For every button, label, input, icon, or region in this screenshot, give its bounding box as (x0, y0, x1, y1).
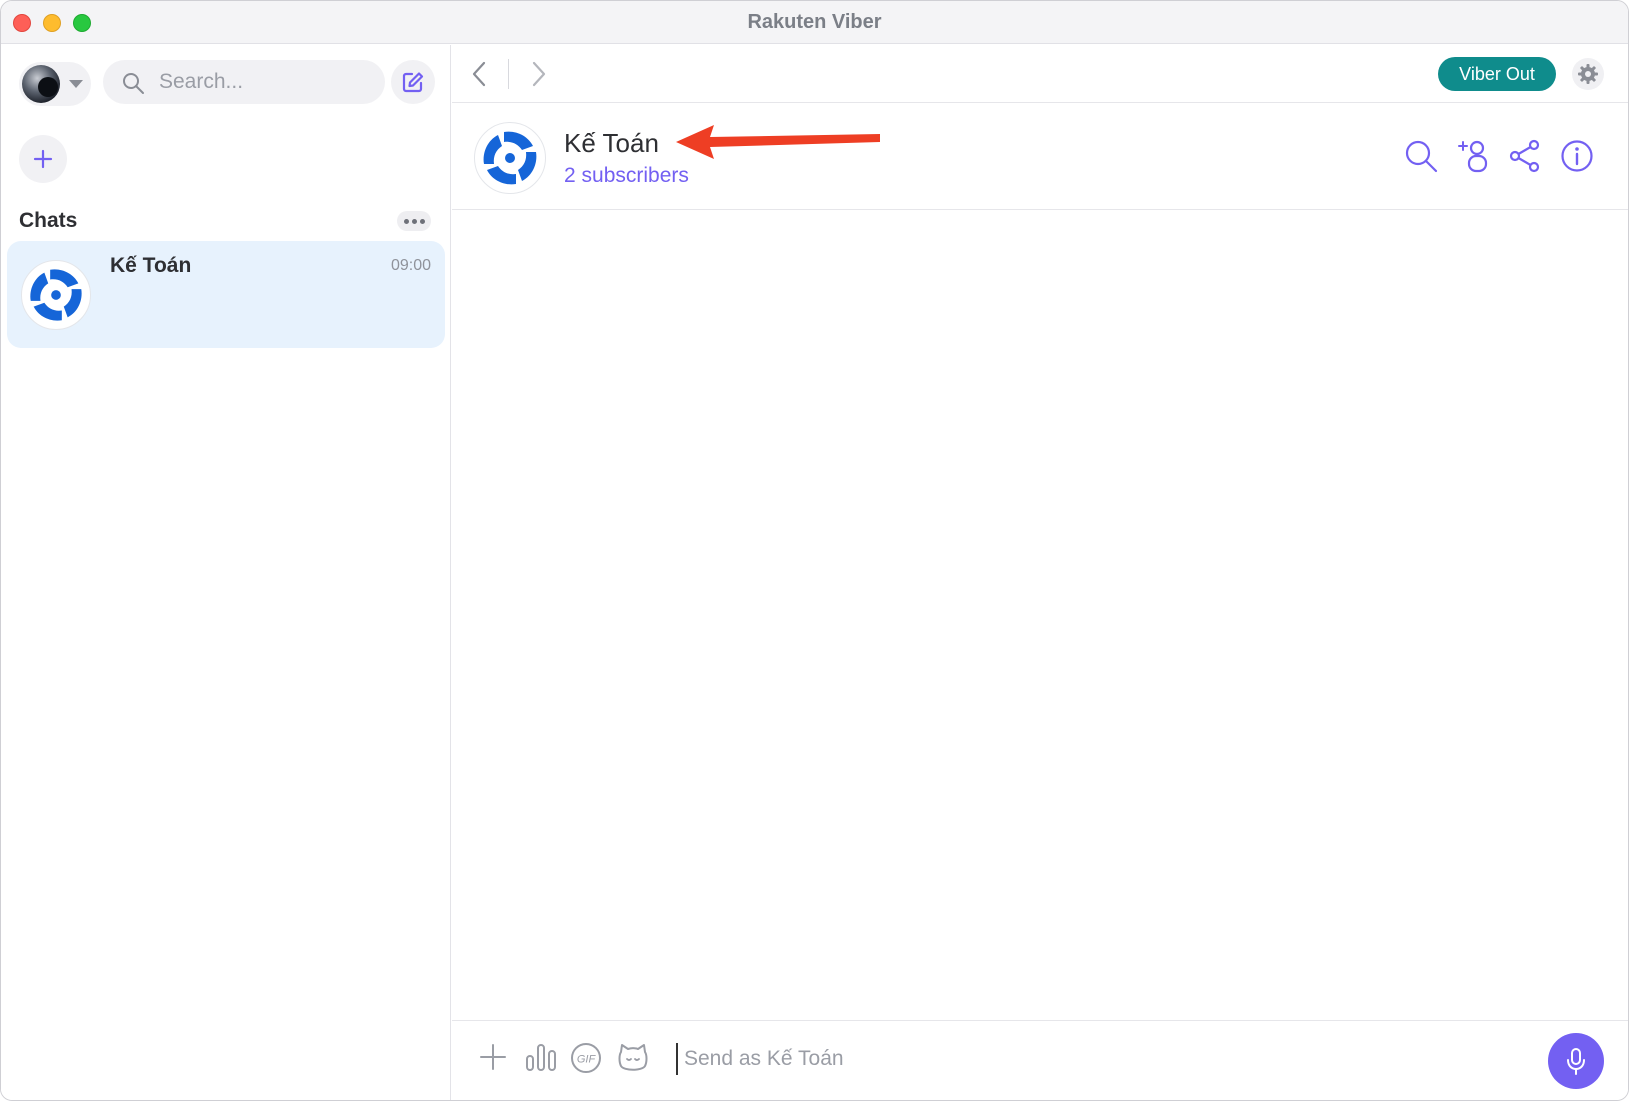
top-bar: Viber Out (452, 45, 1628, 103)
nav-divider (508, 59, 509, 89)
chevron-down-icon (69, 80, 83, 88)
share-icon (1509, 139, 1540, 173)
poll-icon[interactable] (524, 1042, 558, 1072)
compose-icon (402, 72, 424, 93)
search-box[interactable] (103, 60, 385, 104)
annotation-arrow-icon (676, 125, 880, 159)
voice-message-button[interactable] (1548, 1033, 1604, 1089)
chevron-right-icon[interactable] (528, 59, 548, 89)
share-button[interactable] (1508, 139, 1542, 173)
compose-button[interactable] (391, 60, 435, 104)
message-composer: GIF (452, 1020, 1628, 1100)
plus-icon[interactable] (478, 1042, 508, 1072)
gear-icon (1578, 64, 1598, 84)
chats-section-title: Chats (19, 209, 78, 232)
add-button[interactable] (19, 135, 67, 183)
window-title: Rakuten Viber (747, 11, 882, 33)
message-input[interactable] (676, 1043, 1476, 1075)
search-icon (123, 73, 144, 94)
search-icon (1405, 140, 1438, 173)
microphone-icon (1567, 1048, 1585, 1075)
gif-button[interactable]: GIF (570, 1042, 602, 1074)
chat-title[interactable]: Kế Toán (564, 128, 659, 159)
chat-list-item[interactable]: Kế Toán 09:00 (7, 241, 445, 348)
profile-menu-button[interactable] (19, 62, 91, 106)
chat-time: 09:00 (390, 257, 431, 274)
more-icon (404, 219, 409, 224)
chats-more-button[interactable] (397, 211, 431, 231)
chat-header: Kế Toán 2 subscribers (452, 104, 1628, 210)
chat-search-button[interactable] (1404, 139, 1438, 173)
plus-icon (33, 149, 53, 169)
search-input[interactable] (159, 68, 369, 96)
chevron-left-icon[interactable] (470, 59, 490, 89)
chat-avatar-logo-icon (21, 260, 91, 330)
info-icon (1561, 140, 1593, 172)
sidebar: Chats Kế Toán 09:00 (1, 45, 451, 1100)
avatar (22, 65, 60, 103)
chat-name: Kế Toán (110, 254, 192, 277)
sticker-icon[interactable] (616, 1042, 650, 1074)
settings-button[interactable] (1572, 58, 1604, 90)
channel-logo-icon[interactable] (474, 122, 546, 194)
add-participant-button[interactable] (1456, 139, 1490, 173)
gif-icon: GIF (571, 1043, 601, 1073)
info-button[interactable] (1560, 139, 1594, 173)
title-bar: Rakuten Viber (1, 1, 1628, 44)
app-window: Rakuten Viber Chats (0, 0, 1629, 1101)
subscribers-count[interactable]: 2 subscribers (564, 164, 689, 188)
main-panel: Viber Out Kế Toán 2 subscribers GIF Send… (452, 45, 1628, 1100)
viber-out-button[interactable]: Viber Out (1438, 57, 1556, 91)
add-participant-icon (1458, 140, 1488, 173)
svg-text:GIF: GIF (577, 1054, 597, 1066)
